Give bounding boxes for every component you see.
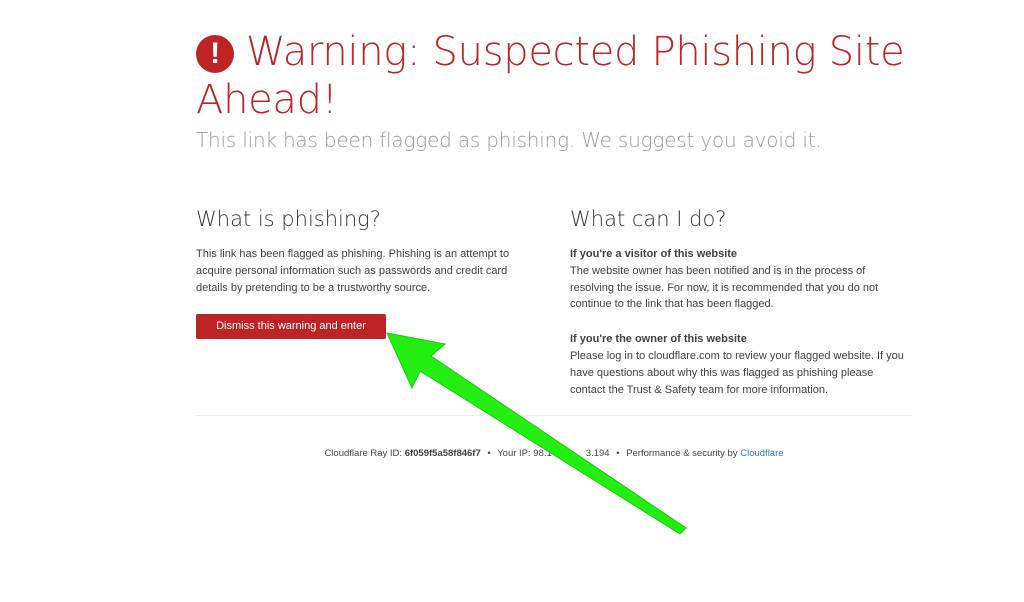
ray-id-value: 6f059f5a58f846f7: [404, 448, 481, 459]
what-can-i-do-heading: What can I do?: [570, 207, 727, 231]
visitor-text: The website owner has been notified and …: [570, 264, 879, 311]
cloudflare-link[interactable]: Cloudflare: [740, 448, 783, 459]
visitor-label: If you're a visitor of this website: [570, 248, 738, 260]
owner-text: Please log in to cloudflare.com to revie…: [570, 349, 904, 396]
performance-label: Performance & security by: [626, 448, 738, 459]
what-is-phishing-heading: What is phishing?: [196, 207, 381, 231]
footer-separator: •: [616, 448, 620, 459]
dismiss-warning-button[interactable]: Dismiss this warning and enter site: [196, 314, 386, 357]
info-columns: What is phishing? This link has been fla…: [196, 204, 912, 398]
page-title-text: Warning: Suspected Phishing Site Ahead!: [196, 29, 905, 123]
ray-id-label: Cloudflare Ray ID:: [324, 448, 403, 459]
footer-separator: •: [487, 448, 491, 459]
footer: Cloudflare Ray ID: 6f059f5a58f846f7 • Yo…: [196, 448, 912, 459]
footer-divider: [196, 415, 912, 416]
exclamation-circle-icon: !: [196, 35, 234, 73]
ip-value-tail: 3.194: [585, 448, 610, 459]
ip-label: Your IP:: [497, 448, 531, 459]
ip-value: 98.1: [533, 448, 552, 459]
what-is-phishing-section: What is phishing? This link has been fla…: [196, 204, 536, 398]
page-title: ! Warning: Suspected Phishing Site Ahead!: [196, 28, 912, 124]
owner-label: If you're the owner of this website: [570, 333, 747, 346]
what-is-phishing-text: This link has been flagged as phishing. …: [196, 248, 510, 294]
page-subtitle: This link has been flagged as phishing. …: [196, 128, 822, 152]
what-can-i-do-section: What can I do? If you're a visitor of th…: [570, 204, 910, 398]
warning-header: ! Warning: Suspected Phishing Site Ahead!…: [196, 28, 912, 154]
